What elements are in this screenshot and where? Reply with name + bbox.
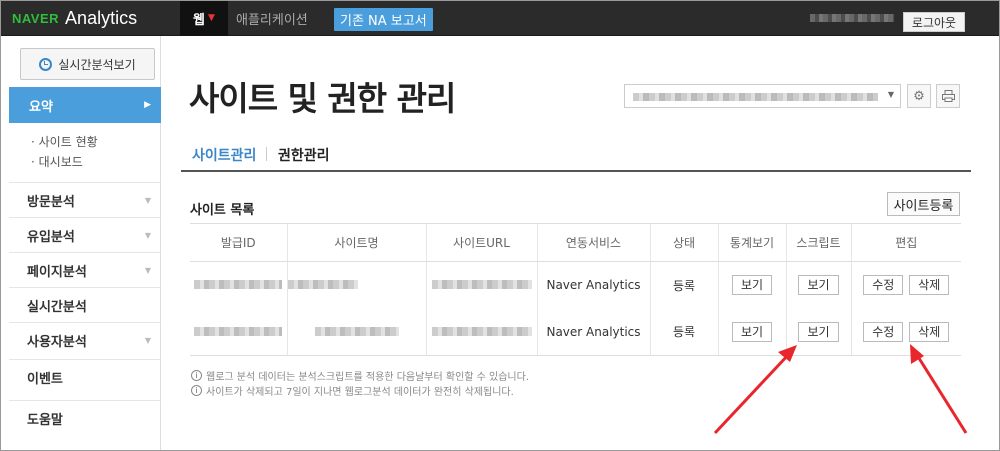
print-button[interactable] [936, 84, 960, 108]
sidebar-item-label: 실시간분석 [27, 299, 87, 315]
sidebar-subitem-site-status[interactable]: · 사이트 현황 [31, 132, 98, 152]
sidebar-item-visit-analysis[interactable]: 방문분석 ▼ [9, 182, 161, 217]
red-arrow-to-script-button [713, 345, 797, 435]
sidebar-item-label: 도움말 [27, 412, 63, 428]
sidebar-item-label: 사용자분석 [27, 334, 87, 350]
chevron-down-icon: ▼ [144, 230, 151, 240]
sidebar: 실시간분석보기 요약 ▶ · 사이트 현황 · 대시보드 방문분석 ▼ 유입분석… [0, 36, 161, 451]
site-url-blurred [425, 261, 537, 309]
table-header-row: 발급ID 사이트명 사이트URL 연동서비스 상태 통계보기 스크립트 편집 [190, 223, 961, 262]
chevron-down-icon: ▼ [208, 13, 215, 23]
table-row: Naver Analytics 등록 보기 보기 수정 삭제 [190, 308, 961, 356]
selected-site-blurred [633, 93, 878, 101]
legacy-report-button[interactable]: 기존 NA 보고서 [334, 8, 433, 31]
sidebar-item-help[interactable]: 도움말 [9, 400, 161, 435]
column-header: 사이트URL [425, 223, 537, 262]
column-header: 연동서비스 [536, 223, 650, 262]
table-row: Naver Analytics 등록 보기 보기 수정 삭제 [190, 261, 961, 309]
nav-web-tab[interactable]: 웹 ▼ [180, 0, 228, 36]
chevron-right-icon: ▶ [144, 100, 151, 110]
info-note: i 사이트가 삭제되고 7일이 지나면 웹로그분석 데이터가 완전히 삭제됩니다… [191, 383, 529, 398]
sidebar-item-summary-label: 요약 [29, 99, 53, 115]
sidebar-item-label: 유입분석 [27, 229, 75, 245]
status-value: 등록 [649, 308, 718, 356]
linked-service: Naver Analytics [536, 308, 650, 356]
nav-app-tab[interactable]: 애플리케이션 [236, 0, 308, 36]
naver-analytics-logo[interactable]: NAVER Analytics [12, 5, 137, 31]
top-bar: NAVER Analytics 웹 ▼ 애플리케이션 기존 NA 보고서 로그아… [0, 0, 1000, 36]
gear-icon: ⚙ [913, 88, 925, 104]
linked-service: Naver Analytics [536, 261, 650, 309]
site-list-table: 발급ID 사이트명 사이트URL 연동서비스 상태 통계보기 스크립트 편집 N… [190, 223, 961, 356]
edit-site-button[interactable]: 수정 [863, 321, 904, 342]
print-icon [941, 90, 955, 102]
nav-web-label: 웹 [193, 12, 206, 28]
sidebar-item-label: 페이지분석 [27, 264, 87, 280]
edit-site-button[interactable]: 수정 [863, 275, 904, 296]
summary-sub-list: · 사이트 현황 · 대시보드 [31, 132, 98, 172]
sidebar-item-summary[interactable]: 요약 ▶ [9, 87, 161, 123]
site-select-dropdown[interactable]: ▼ [624, 84, 901, 108]
view-script-button[interactable]: 보기 [798, 275, 839, 296]
edit-cell: 수정 삭제 [850, 261, 961, 309]
info-icon: i [191, 370, 202, 381]
script-cell: 보기 [785, 308, 851, 356]
red-arrow-to-edit-button [910, 344, 968, 434]
tab-site-management[interactable]: 사이트관리 [192, 145, 256, 165]
site-id-blurred [190, 262, 287, 309]
logo-analytics-text: Analytics [65, 7, 138, 28]
sidebar-item-inflow-analysis[interactable]: 유입분석 ▼ [9, 217, 161, 252]
column-header: 스크립트 [785, 223, 851, 262]
stats-cell: 보기 [717, 261, 786, 309]
delete-site-button[interactable]: 삭제 [909, 275, 950, 296]
user-account-blurred [810, 14, 894, 22]
tab-divider [266, 147, 267, 161]
logout-button[interactable]: 로그아웃 [903, 12, 965, 32]
view-stats-button[interactable]: 보기 [731, 321, 773, 342]
column-header: 사이트명 [286, 223, 426, 262]
site-name-blurred [286, 261, 426, 309]
sidebar-item-event[interactable]: 이벤트 [9, 359, 161, 394]
info-note-text: 웹로그 분석 데이터는 분석스크립트를 적용한 다음날부터 확인할 수 있습니다… [206, 372, 530, 383]
script-cell: 보기 [785, 261, 851, 309]
page-title: 사이트 및 권한 관리 [189, 79, 456, 118]
edit-cell: 수정 삭제 [850, 308, 961, 356]
view-stats-button[interactable]: 보기 [731, 275, 773, 296]
tab-permission-management[interactable]: 권한관리 [278, 145, 330, 165]
sidebar-item-page-analysis[interactable]: 페이지분석 ▼ [9, 252, 161, 287]
info-note-text: 사이트가 삭제되고 7일이 지나면 웹로그분석 데이터가 완전히 삭제됩니다. [206, 387, 514, 398]
info-notes: i 웹로그 분석 데이터는 분석스크립트를 적용한 다음날부터 확인할 수 있습… [191, 368, 529, 398]
site-name-blurred [286, 308, 426, 356]
site-url-blurred [425, 308, 537, 356]
stats-cell: 보기 [717, 308, 786, 356]
column-header: 상태 [649, 223, 718, 262]
chevron-down-icon: ▼ [144, 265, 151, 275]
sidebar-item-label: 이벤트 [27, 371, 63, 387]
sidebar-item-realtime-analysis[interactable]: 실시간분석 [9, 287, 161, 322]
column-header: 편집 [850, 223, 961, 262]
sidebar-item-user-analysis[interactable]: 사용자분석 ▼ [9, 322, 161, 357]
chevron-down-icon: ▼ [144, 195, 151, 205]
chevron-down-icon: ▼ [887, 90, 894, 99]
site-list-title: 사이트 목록 [190, 203, 255, 218]
chevron-down-icon: ▼ [144, 335, 151, 345]
site-id-blurred [190, 308, 287, 356]
info-note: i 웹로그 분석 데이터는 분석스크립트를 적용한 다음날부터 확인할 수 있습… [191, 368, 529, 383]
realtime-analysis-label: 실시간분석보기 [58, 57, 136, 72]
column-header: 발급ID [190, 223, 287, 262]
status-value: 등록 [649, 261, 718, 309]
info-icon: i [191, 385, 202, 396]
management-tabs: 사이트관리 권한관리 [181, 130, 971, 172]
column-header: 통계보기 [717, 223, 786, 262]
sidebar-subitem-dashboard[interactable]: · 대시보드 [31, 152, 98, 172]
realtime-analysis-button[interactable]: 실시간분석보기 [20, 48, 155, 80]
register-site-button[interactable]: 사이트등록 [887, 192, 960, 216]
settings-button[interactable]: ⚙ [907, 84, 931, 108]
view-script-button[interactable]: 보기 [798, 321, 839, 342]
sidebar-item-label: 방문분석 [27, 194, 75, 210]
delete-site-button[interactable]: 삭제 [909, 321, 950, 342]
clock-icon [39, 57, 53, 71]
logo-naver-text: NAVER [12, 10, 60, 26]
